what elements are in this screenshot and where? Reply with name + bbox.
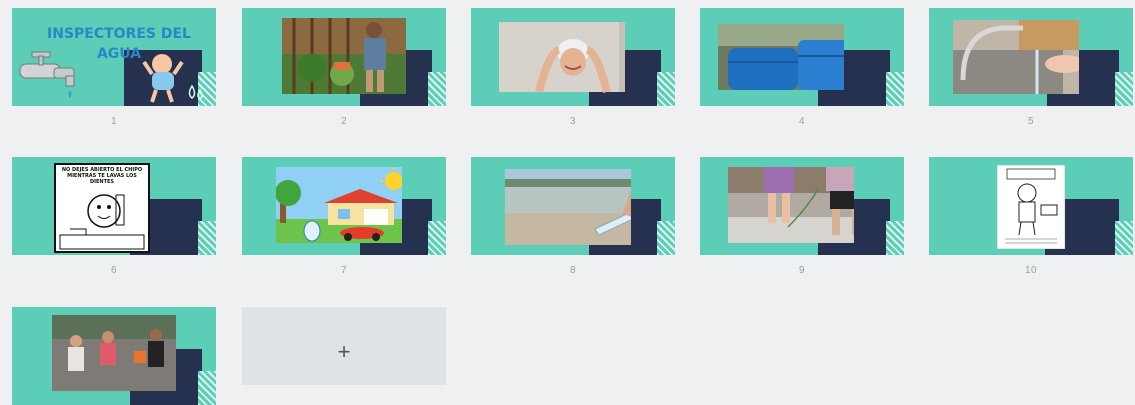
stripe-pattern bbox=[1115, 72, 1133, 106]
slide-number: 1 bbox=[110, 116, 118, 127]
plus-icon: + bbox=[337, 339, 351, 364]
stripe-pattern bbox=[886, 72, 904, 106]
slide-number: 9 bbox=[798, 265, 806, 276]
toothbrush-drawing bbox=[59, 194, 145, 250]
slide-thumbnail-4[interactable] bbox=[700, 8, 904, 106]
slide-thumbnail-9[interactable] bbox=[700, 157, 904, 255]
slide-thumbnail-2[interactable] bbox=[242, 8, 446, 106]
blue-barrels-photo bbox=[718, 24, 844, 90]
stripe-pattern bbox=[886, 221, 904, 255]
slide-thumbnail-10[interactable] bbox=[929, 157, 1133, 255]
shower-photo bbox=[499, 22, 625, 93]
stripe-pattern bbox=[198, 221, 216, 255]
stripe-pattern bbox=[198, 371, 216, 405]
slide-number: 8 bbox=[569, 265, 577, 276]
slide-number: 4 bbox=[798, 116, 806, 127]
slide-thumbnail-11[interactable] bbox=[12, 307, 216, 405]
stripe-pattern bbox=[1115, 221, 1133, 255]
slide-number: 2 bbox=[340, 116, 348, 127]
baby-illustration bbox=[142, 54, 203, 103]
faucet-icon bbox=[19, 51, 75, 98]
child-watering-plants-photo bbox=[282, 18, 406, 94]
slide-number: 5 bbox=[1027, 116, 1035, 127]
stripe-pattern bbox=[657, 72, 675, 106]
slide-thumbnail-5[interactable] bbox=[929, 8, 1133, 106]
slide-thumbnail-8[interactable] bbox=[471, 157, 675, 255]
cartoon-house-car-illustration bbox=[276, 167, 402, 243]
slide-number: 10 bbox=[1024, 265, 1038, 276]
children-water-fight-photo bbox=[52, 315, 176, 391]
slide-number: 6 bbox=[110, 265, 118, 276]
coloring-page-toothbrush: NO DEJES ABIERTO EL CHIPO MIENTRAS TE LA… bbox=[54, 163, 150, 253]
slide-number: 7 bbox=[340, 265, 348, 276]
bottle-in-water-photo bbox=[505, 169, 631, 245]
slide-thumbnail-7[interactable] bbox=[242, 157, 446, 255]
stripe-pattern bbox=[657, 221, 675, 255]
coloring-page-plumber bbox=[997, 165, 1065, 249]
washing-patio-photo bbox=[728, 167, 854, 243]
slide-thumbnail-1[interactable]: INSPECTORES DEL AGUA bbox=[12, 8, 216, 106]
slide-grid: INSPECTORES DEL AGUA 1 2 3 4 5 NO DEJES … bbox=[0, 0, 1135, 405]
slide-thumbnail-6[interactable]: NO DEJES ABIERTO EL CHIPO MIENTRAS TE LA… bbox=[12, 157, 216, 255]
slide-number: 3 bbox=[569, 116, 577, 127]
coloring-page-caption: NO DEJES ABIERTO EL CHIPO MIENTRAS TE LA… bbox=[61, 167, 143, 185]
stripe-pattern bbox=[428, 72, 446, 106]
washing-hands-at-sink-photo bbox=[953, 20, 1079, 94]
add-slide-button[interactable]: + bbox=[242, 307, 446, 385]
slide-thumbnail-3[interactable] bbox=[471, 8, 675, 106]
stripe-pattern bbox=[428, 221, 446, 255]
